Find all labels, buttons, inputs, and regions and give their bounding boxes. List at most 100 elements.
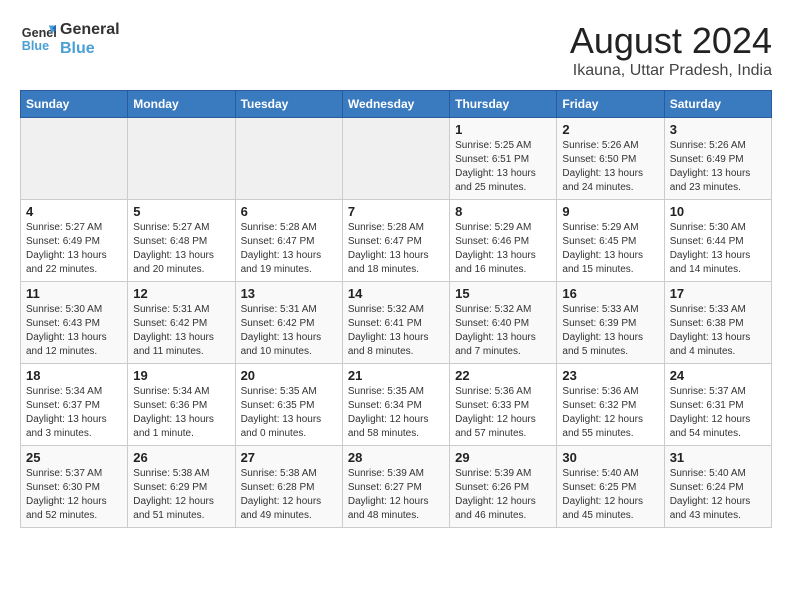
- day-info: Sunrise: 5:39 AMSunset: 6:26 PMDaylight:…: [455, 467, 551, 523]
- day-info: Sunrise: 5:32 AMSunset: 6:41 PMDaylight:…: [348, 303, 444, 359]
- day-info: Sunrise: 5:38 AMSunset: 6:28 PMDaylight:…: [241, 467, 337, 523]
- calendar-cell: [342, 118, 449, 200]
- day-number: 11: [26, 286, 122, 301]
- calendar-cell: 21 Sunrise: 5:35 AMSunset: 6:34 PMDayligh…: [342, 364, 449, 446]
- calendar-cell: 14Sunrise: 5:32 AMSunset: 6:41 PMDayligh…: [342, 282, 449, 364]
- calendar-cell: 15Sunrise: 5:32 AMSunset: 6:40 PMDayligh…: [450, 282, 557, 364]
- day-info: Sunrise: 5:35 AMSunset: 6:35 PMDaylight:…: [241, 385, 337, 441]
- day-info: Sunrise: 5:40 AMSunset: 6:24 PMDaylight:…: [670, 467, 766, 523]
- calendar-cell: [128, 118, 235, 200]
- day-number: 25: [26, 450, 122, 465]
- page-subtitle: Ikauna, Uttar Pradesh, India: [570, 62, 772, 80]
- calendar-cell: 28 Sunrise: 5:39 AMSunset: 6:27 PMDayligh…: [342, 446, 449, 528]
- day-number: 6: [241, 204, 337, 219]
- calendar-cell: 29 Sunrise: 5:39 AMSunset: 6:26 PMDayligh…: [450, 446, 557, 528]
- day-number: 27: [241, 450, 337, 465]
- calendar-cell: 26 Sunrise: 5:38 AMSunset: 6:29 PMDayligh…: [128, 446, 235, 528]
- calendar-cell: [235, 118, 342, 200]
- day-number: 21: [348, 368, 444, 383]
- calendar-cell: 24Sunrise: 5:37 AMSunset: 6:31 PMDayligh…: [664, 364, 771, 446]
- day-number: 9: [562, 204, 658, 219]
- logo-text-blue: Blue: [60, 39, 120, 58]
- logo: General Blue General Blue: [20, 20, 120, 58]
- calendar-cell: 17Sunrise: 5:33 AMSunset: 6:38 PMDayligh…: [664, 282, 771, 364]
- day-number: 13: [241, 286, 337, 301]
- day-info: Sunrise: 5:26 AMSunset: 6:50 PMDaylight:…: [562, 139, 658, 195]
- svg-text:Blue: Blue: [22, 39, 49, 53]
- day-number: 2: [562, 122, 658, 137]
- calendar-cell: 6Sunrise: 5:28 AMSunset: 6:47 PMDaylight…: [235, 200, 342, 282]
- calendar-cell: 1 Sunrise: 5:25 AMSunset: 6:51 PMDaylight…: [450, 118, 557, 200]
- title-block: August 2024 Ikauna, Uttar Pradesh, India: [570, 20, 772, 80]
- day-info: Sunrise: 5:36 AMSunset: 6:33 PMDaylight:…: [455, 385, 551, 441]
- calendar-cell: 20 Sunrise: 5:35 AMSunset: 6:35 PMDayligh…: [235, 364, 342, 446]
- day-number: 4: [26, 204, 122, 219]
- day-info: Sunrise: 5:28 AMSunset: 6:47 PMDaylight:…: [348, 221, 444, 277]
- calendar-table: SundayMondayTuesdayWednesdayThursdayFrid…: [20, 90, 772, 528]
- header-sunday: Sunday: [21, 91, 128, 118]
- day-info: Sunrise: 5:29 AMSunset: 6:45 PMDaylight:…: [562, 221, 658, 277]
- day-number: 16: [562, 286, 658, 301]
- day-info: Sunrise: 5:27 AMSunset: 6:49 PMDaylight:…: [26, 221, 122, 277]
- calendar-cell: 11 Sunrise: 5:30 AMSunset: 6:43 PMDayligh…: [21, 282, 128, 364]
- calendar-cell: 3 Sunrise: 5:26 AMSunset: 6:49 PMDaylight…: [664, 118, 771, 200]
- calendar-cell: 19Sunrise: 5:34 AMSunset: 6:36 PMDayligh…: [128, 364, 235, 446]
- day-number: 19: [133, 368, 229, 383]
- calendar-cell: 12Sunrise: 5:31 AMSunset: 6:42 PMDayligh…: [128, 282, 235, 364]
- day-number: 5: [133, 204, 229, 219]
- calendar-cell: 5 Sunrise: 5:27 AMSunset: 6:48 PMDaylight…: [128, 200, 235, 282]
- day-number: 3: [670, 122, 766, 137]
- day-info: Sunrise: 5:30 AMSunset: 6:43 PMDaylight:…: [26, 303, 122, 359]
- calendar-cell: 18 Sunrise: 5:34 AMSunset: 6:37 PMDayligh…: [21, 364, 128, 446]
- day-number: 20: [241, 368, 337, 383]
- day-info: Sunrise: 5:25 AMSunset: 6:51 PMDaylight:…: [455, 139, 551, 195]
- calendar-cell: 8Sunrise: 5:29 AMSunset: 6:46 PMDaylight…: [450, 200, 557, 282]
- day-info: Sunrise: 5:38 AMSunset: 6:29 PMDaylight:…: [133, 467, 229, 523]
- logo-icon: General Blue: [20, 21, 56, 57]
- day-info: Sunrise: 5:29 AMSunset: 6:46 PMDaylight:…: [455, 221, 551, 277]
- day-info: Sunrise: 5:39 AMSunset: 6:27 PMDaylight:…: [348, 467, 444, 523]
- day-number: 26: [133, 450, 229, 465]
- calendar-cell: 10Sunrise: 5:30 AMSunset: 6:44 PMDayligh…: [664, 200, 771, 282]
- calendar-cell: [21, 118, 128, 200]
- calendar-cell: 22Sunrise: 5:36 AMSunset: 6:33 PMDayligh…: [450, 364, 557, 446]
- day-info: Sunrise: 5:31 AMSunset: 6:42 PMDaylight:…: [133, 303, 229, 359]
- calendar-week-row: 11 Sunrise: 5:30 AMSunset: 6:43 PMDayligh…: [21, 282, 772, 364]
- calendar-week-row: 4 Sunrise: 5:27 AMSunset: 6:49 PMDaylight…: [21, 200, 772, 282]
- logo-text-general: General: [60, 20, 120, 39]
- day-number: 23: [562, 368, 658, 383]
- calendar-week-row: 25Sunrise: 5:37 AMSunset: 6:30 PMDayligh…: [21, 446, 772, 528]
- header-tuesday: Tuesday: [235, 91, 342, 118]
- calendar-cell: 27 Sunrise: 5:38 AMSunset: 6:28 PMDayligh…: [235, 446, 342, 528]
- day-info: Sunrise: 5:40 AMSunset: 6:25 PMDaylight:…: [562, 467, 658, 523]
- day-number: 15: [455, 286, 551, 301]
- day-info: Sunrise: 5:30 AMSunset: 6:44 PMDaylight:…: [670, 221, 766, 277]
- page-title: August 2024: [570, 20, 772, 62]
- day-info: Sunrise: 5:31 AMSunset: 6:42 PMDaylight:…: [241, 303, 337, 359]
- header-friday: Friday: [557, 91, 664, 118]
- day-number: 30: [562, 450, 658, 465]
- day-info: Sunrise: 5:34 AMSunset: 6:37 PMDaylight:…: [26, 385, 122, 441]
- calendar-week-row: 18 Sunrise: 5:34 AMSunset: 6:37 PMDayligh…: [21, 364, 772, 446]
- day-number: 24: [670, 368, 766, 383]
- day-info: Sunrise: 5:26 AMSunset: 6:49 PMDaylight:…: [670, 139, 766, 195]
- calendar-week-row: 1 Sunrise: 5:25 AMSunset: 6:51 PMDaylight…: [21, 118, 772, 200]
- day-info: Sunrise: 5:35 AMSunset: 6:34 PMDaylight:…: [348, 385, 444, 441]
- day-number: 28: [348, 450, 444, 465]
- calendar-cell: 30 Sunrise: 5:40 AMSunset: 6:25 PMDayligh…: [557, 446, 664, 528]
- calendar-cell: 23 Sunrise: 5:36 AMSunset: 6:32 PMDayligh…: [557, 364, 664, 446]
- day-info: Sunrise: 5:33 AMSunset: 6:38 PMDaylight:…: [670, 303, 766, 359]
- calendar-cell: 16Sunrise: 5:33 AMSunset: 6:39 PMDayligh…: [557, 282, 664, 364]
- calendar-cell: 31Sunrise: 5:40 AMSunset: 6:24 PMDayligh…: [664, 446, 771, 528]
- calendar-header-row: SundayMondayTuesdayWednesdayThursdayFrid…: [21, 91, 772, 118]
- day-number: 29: [455, 450, 551, 465]
- day-info: Sunrise: 5:36 AMSunset: 6:32 PMDaylight:…: [562, 385, 658, 441]
- header-saturday: Saturday: [664, 91, 771, 118]
- day-number: 7: [348, 204, 444, 219]
- day-number: 18: [26, 368, 122, 383]
- calendar-cell: 25Sunrise: 5:37 AMSunset: 6:30 PMDayligh…: [21, 446, 128, 528]
- calendar-cell: 2 Sunrise: 5:26 AMSunset: 6:50 PMDaylight…: [557, 118, 664, 200]
- day-number: 1: [455, 122, 551, 137]
- header-wednesday: Wednesday: [342, 91, 449, 118]
- day-info: Sunrise: 5:27 AMSunset: 6:48 PMDaylight:…: [133, 221, 229, 277]
